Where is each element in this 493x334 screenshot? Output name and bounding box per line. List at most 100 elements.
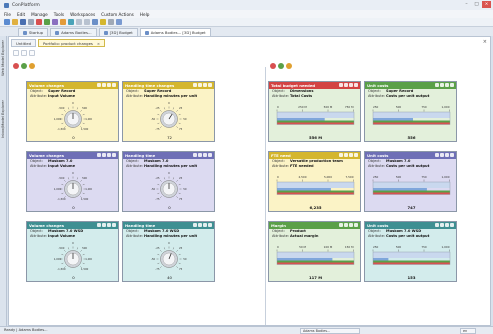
side-panel-inbox-model-explorer[interactable]: Inbox/Model Explorer — [1, 100, 5, 138]
menu-tools[interactable]: Tools — [54, 12, 64, 17]
open-icon[interactable] — [12, 19, 18, 25]
doc-tab-adams-budget[interactable]: Adams Bodies... [3D] Budget — [139, 28, 211, 36]
settings-icon[interactable] — [108, 19, 114, 25]
edit-icon[interactable] — [440, 83, 444, 87]
pane-splitter[interactable] — [265, 67, 266, 325]
layout-icon[interactable] — [21, 50, 27, 56]
edit-icon[interactable] — [344, 83, 348, 87]
output-card[interactable]: Margin Object: Product Attribute:Actual mar… — [268, 221, 361, 282]
refresh-icon[interactable] — [44, 19, 50, 25]
settings-icon[interactable] — [445, 223, 449, 227]
stop-icon[interactable] — [13, 63, 19, 69]
settings-icon[interactable] — [203, 223, 207, 227]
menu-file[interactable]: File — [4, 12, 11, 17]
table-icon[interactable] — [68, 19, 74, 25]
info-icon[interactable] — [435, 83, 439, 87]
settings-icon[interactable] — [445, 153, 449, 157]
undo-icon[interactable] — [76, 19, 82, 25]
close-tab-icon[interactable]: × — [97, 40, 100, 47]
info-icon[interactable] — [435, 153, 439, 157]
info-icon[interactable] — [97, 83, 101, 87]
settings-icon[interactable] — [107, 83, 111, 87]
input-card[interactable]: Volume changes Object: Muskom 7.0 WSD Attri… — [26, 221, 119, 282]
output-card[interactable]: Unit costs Object: Muskom 7.0 Attribute:Cos… — [364, 151, 457, 212]
settings-icon[interactable] — [349, 153, 353, 157]
knob-dial[interactable]: -1,500 -1,000 -500 0 500 1,000 1,500 — [53, 170, 93, 208]
minimize-button[interactable]: – — [462, 1, 471, 8]
chart-icon[interactable] — [60, 19, 66, 25]
knob-dial[interactable]: -1,500 -1,000 -500 0 500 1,000 1,500 — [53, 240, 93, 278]
edit-icon[interactable] — [198, 153, 202, 157]
output-card[interactable]: Unit costs Object: Muskom 7.0 WSD Attribute… — [364, 221, 457, 282]
close-icon[interactable] — [112, 223, 116, 227]
output-card[interactable]: FTE need Object: Versatile production team… — [268, 151, 361, 212]
redo-icon[interactable] — [84, 19, 90, 25]
edit-icon[interactable] — [198, 223, 202, 227]
side-panel-web-model-explorer[interactable]: Web Model Explorer — [1, 40, 5, 76]
edit-icon[interactable] — [440, 223, 444, 227]
input-card[interactable]: Handling time Object: Muskom 7.0 Attribute:… — [122, 151, 215, 212]
edit-icon[interactable] — [344, 223, 348, 227]
info-icon[interactable] — [193, 153, 197, 157]
delete-icon[interactable] — [36, 19, 42, 25]
menu-workspaces[interactable]: Workspaces — [70, 12, 95, 17]
run-icon[interactable] — [21, 63, 27, 69]
knob-dial[interactable]: -75 -50 -25 0 25 50 75 — [150, 170, 188, 208]
options-icon[interactable] — [29, 50, 35, 56]
tab-portfolio[interactable]: Portfolio: product changes × — [38, 39, 106, 47]
output-card[interactable]: Total budget needed Object: Dimensions Attr… — [268, 81, 361, 142]
info-icon[interactable] — [339, 83, 343, 87]
info-icon[interactable] — [193, 223, 197, 227]
close-icon[interactable] — [354, 153, 358, 157]
close-panel-icon[interactable]: × — [483, 39, 487, 45]
settings-icon[interactable] — [445, 83, 449, 87]
input-card[interactable]: Volume changes Object: Super Record Attribu… — [26, 81, 119, 142]
info-icon[interactable] — [97, 223, 101, 227]
settings-icon[interactable] — [203, 153, 207, 157]
print-icon[interactable] — [28, 19, 34, 25]
help-icon[interactable] — [116, 19, 122, 25]
close-icon[interactable] — [208, 83, 212, 87]
info-icon[interactable] — [339, 153, 343, 157]
knob-dial[interactable]: -75 -50 -25 0 25 50 75 — [150, 240, 188, 278]
edit-icon[interactable] — [102, 223, 106, 227]
run-icon[interactable] — [278, 63, 284, 69]
output-card[interactable]: Unit costs Object: Super Record Attribute:C… — [364, 81, 457, 142]
doc-tab-startup[interactable]: Startup — [18, 28, 49, 36]
info-icon[interactable] — [97, 153, 101, 157]
knob-dial[interactable]: -1,500 -1,000 -500 0 500 1,000 1,500 — [53, 100, 93, 138]
stop-icon[interactable] — [270, 63, 276, 69]
close-icon[interactable] — [450, 223, 454, 227]
close-icon[interactable] — [112, 83, 116, 87]
close-icon[interactable] — [208, 153, 212, 157]
close-icon[interactable] — [112, 153, 116, 157]
menu-custom-actions[interactable]: Custom Actions — [101, 12, 134, 17]
close-icon[interactable] — [354, 83, 358, 87]
doc-tab-budget[interactable]: [3D] Budget — [98, 28, 138, 36]
menu-edit[interactable]: Edit — [17, 12, 25, 17]
edit-icon[interactable] — [102, 83, 106, 87]
info-icon[interactable] — [435, 223, 439, 227]
add-widget-icon[interactable] — [13, 50, 19, 56]
close-window-button[interactable]: × — [482, 1, 491, 8]
settings-icon[interactable] — [107, 153, 111, 157]
info-icon[interactable] — [193, 83, 197, 87]
maximize-button[interactable]: □ — [472, 1, 481, 8]
pause-icon[interactable] — [286, 63, 292, 69]
info-icon[interactable] — [339, 223, 343, 227]
settings-icon[interactable] — [107, 223, 111, 227]
edit-icon[interactable] — [102, 153, 106, 157]
settings-icon[interactable] — [349, 83, 353, 87]
new-icon[interactable] — [4, 19, 10, 25]
close-icon[interactable] — [354, 223, 358, 227]
pause-icon[interactable] — [29, 63, 35, 69]
edit-icon[interactable] — [440, 153, 444, 157]
knob-dial[interactable]: -75 -50 -25 0 25 50 75 — [150, 100, 188, 138]
zoom-icon[interactable] — [92, 19, 98, 25]
settings-icon[interactable] — [203, 83, 207, 87]
save-icon[interactable] — [20, 19, 26, 25]
input-card[interactable]: Handling time changes Object: Super Record… — [122, 81, 215, 142]
edit-icon[interactable] — [344, 153, 348, 157]
doc-tab-adams-bodies[interactable]: Adams Bodies... — [50, 28, 97, 36]
filter-icon[interactable] — [100, 19, 106, 25]
